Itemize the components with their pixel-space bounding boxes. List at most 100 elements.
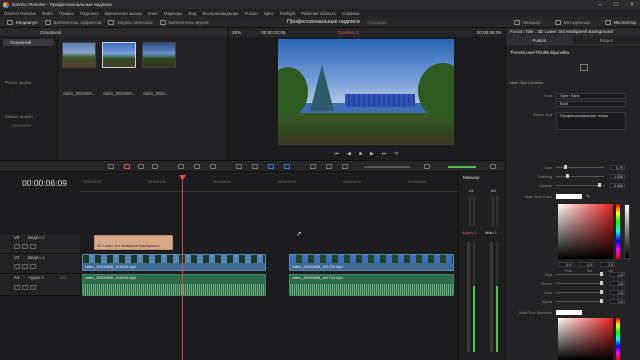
menu-item[interactable]: Цвет: [264, 11, 274, 16]
track-header-v1[interactable]: V1 Видео 1: [0, 254, 80, 274]
volume-icon[interactable]: [424, 164, 430, 169]
menu-item[interactable]: Файл: [42, 11, 53, 16]
tab-fusion[interactable]: Fusion: [506, 36, 573, 44]
hue-strip[interactable]: [616, 204, 620, 259]
specular-swatch[interactable]: [556, 310, 582, 315]
fader-a1[interactable]: [467, 242, 470, 352]
fullscreen-icon[interactable]: [490, 164, 496, 169]
specular-hue-strip[interactable]: [616, 318, 620, 360]
opacity-value[interactable]: 0.906: [610, 183, 625, 188]
menu-item[interactable]: Вид: [188, 11, 196, 16]
dynamic-trim-icon[interactable]: [138, 164, 144, 169]
menu-item[interactable]: Справка: [342, 11, 359, 16]
opacity-slider[interactable]: [556, 183, 604, 188]
text-tool-icon[interactable]: [580, 64, 588, 71]
mute-icon[interactable]: [30, 285, 36, 290]
mixer-button[interactable]: Микшер: [514, 20, 541, 25]
overwrite-clip-icon[interactable]: [194, 164, 200, 169]
size-slider[interactable]: [556, 165, 604, 170]
media-clip-thumb[interactable]: [142, 42, 176, 68]
lock-icon[interactable]: [14, 285, 20, 290]
selection-tool-icon[interactable]: [108, 164, 114, 169]
red-value[interactable]: 1.5: [610, 272, 625, 277]
replace-clip-icon[interactable]: [210, 164, 216, 169]
smart-bin-keywords[interactable]: Keywords: [0, 123, 57, 128]
menu-item[interactable]: Временная шкала: [105, 11, 142, 16]
menu-item[interactable]: Рабочая область: [301, 11, 336, 16]
jump-end-icon[interactable]: ⏭: [382, 151, 387, 157]
volume-slider[interactable]: [448, 166, 476, 168]
red-slider[interactable]: [556, 272, 604, 277]
tab-video[interactable]: Видео: [573, 36, 640, 44]
title-clip[interactable]: 3D Lower 3rd Multipanel Background: [94, 235, 173, 250]
eye-icon[interactable]: [30, 264, 36, 269]
link-icon[interactable]: [252, 164, 258, 169]
menu-item[interactable]: Маркеры: [164, 11, 183, 16]
zoom-detail-icon[interactable]: [326, 164, 332, 169]
menu-item[interactable]: Воспроизведение: [202, 11, 238, 16]
blade-tool-icon[interactable]: [152, 164, 158, 169]
media-clip-thumb[interactable]: [62, 42, 96, 68]
font-select[interactable]: Open Sans: [556, 92, 626, 99]
stop-icon[interactable]: ■: [359, 151, 362, 157]
insert-clip-icon[interactable]: [178, 164, 184, 169]
snapping-icon[interactable]: [236, 164, 242, 169]
menu-item[interactable]: Клип: [148, 11, 158, 16]
zoom-level[interactable]: 28%: [232, 30, 241, 35]
marker-icon[interactable]: [284, 164, 290, 169]
audio-clip[interactable]: video_20200808_161539.mp4: [82, 274, 266, 296]
lock-icon[interactable]: [14, 244, 20, 249]
trim-tool-icon[interactable]: [124, 164, 130, 169]
main-color-swatch[interactable]: [556, 194, 582, 199]
blue-value[interactable]: 1.5: [610, 290, 625, 295]
section-main-text[interactable]: Main Text Controls: [510, 80, 543, 85]
playhead[interactable]: [182, 176, 183, 360]
font-style-select[interactable]: Bold: [556, 100, 626, 107]
inspector-button[interactable]: Инспектор: [604, 20, 636, 25]
auto-select-icon[interactable]: [22, 244, 28, 249]
alpha-value[interactable]: 1.0: [610, 299, 625, 304]
track-header-a1[interactable]: A1 Аудио 1 2.0: [0, 274, 80, 296]
media-pool-button[interactable]: Медиапул: [7, 19, 38, 25]
minimize-icon[interactable]: –: [592, 0, 608, 9]
edit-index-button[interactable]: Индекс монтажа: [108, 19, 153, 25]
menu-item[interactable]: DaVinci Resolve: [4, 11, 36, 16]
timeline-selector[interactable]: Timeline 1: [337, 30, 358, 35]
loop-icon[interactable]: ⟲: [394, 151, 398, 157]
media-clip-thumb[interactable]: [102, 42, 136, 68]
blue-slider[interactable]: [556, 290, 604, 295]
metadata-button[interactable]: Метаданные: [554, 20, 591, 25]
sound-library-button[interactable]: Библиотека звуков: [159, 19, 209, 25]
alpha-slider[interactable]: [556, 299, 604, 304]
green-slider[interactable]: [556, 281, 604, 286]
play-reverse-icon[interactable]: ◀: [347, 151, 351, 157]
audio-clip[interactable]: video_20200808_161734.mp4: [289, 274, 454, 296]
eye-icon[interactable]: [30, 244, 36, 249]
effects-library-button[interactable]: Библиотека эффектов: [44, 19, 101, 25]
solo-icon[interactable]: [22, 285, 28, 290]
play-icon[interactable]: ▶: [370, 151, 374, 157]
menu-item[interactable]: Fusion: [245, 11, 258, 16]
close-icon[interactable]: ×: [624, 0, 640, 9]
jump-start-icon[interactable]: ⏮: [335, 151, 340, 157]
flag-icon[interactable]: [268, 164, 274, 169]
color-picker-field[interactable]: [558, 204, 613, 259]
bin-item-master[interactable]: Основной: [3, 39, 54, 46]
green-value[interactable]: 1.5: [610, 281, 625, 286]
zoom-custom-icon[interactable]: [342, 164, 348, 169]
value-strip[interactable]: [624, 204, 630, 259]
menu-item[interactable]: Правка: [59, 11, 74, 16]
viewer-frame[interactable]: [278, 39, 454, 145]
zoom-slider[interactable]: [364, 166, 410, 168]
maximize-icon[interactable]: □: [608, 0, 624, 9]
lock-icon[interactable]: [14, 264, 20, 269]
video-clip[interactable]: video_20200808_161734.mp4: [289, 254, 454, 271]
specular-color-field[interactable]: [558, 318, 613, 360]
video-clip[interactable]: video_20200808_161539.mp4: [82, 254, 266, 271]
styled-text-input[interactable]: Профессиональные титры: [556, 112, 626, 130]
auto-select-icon[interactable]: [22, 264, 28, 269]
menu-item[interactable]: Fairlight: [280, 11, 296, 16]
zoom-full-icon[interactable]: [310, 164, 316, 169]
size-value[interactable]: 0.79: [610, 165, 625, 170]
fader-main[interactable]: [490, 242, 493, 352]
